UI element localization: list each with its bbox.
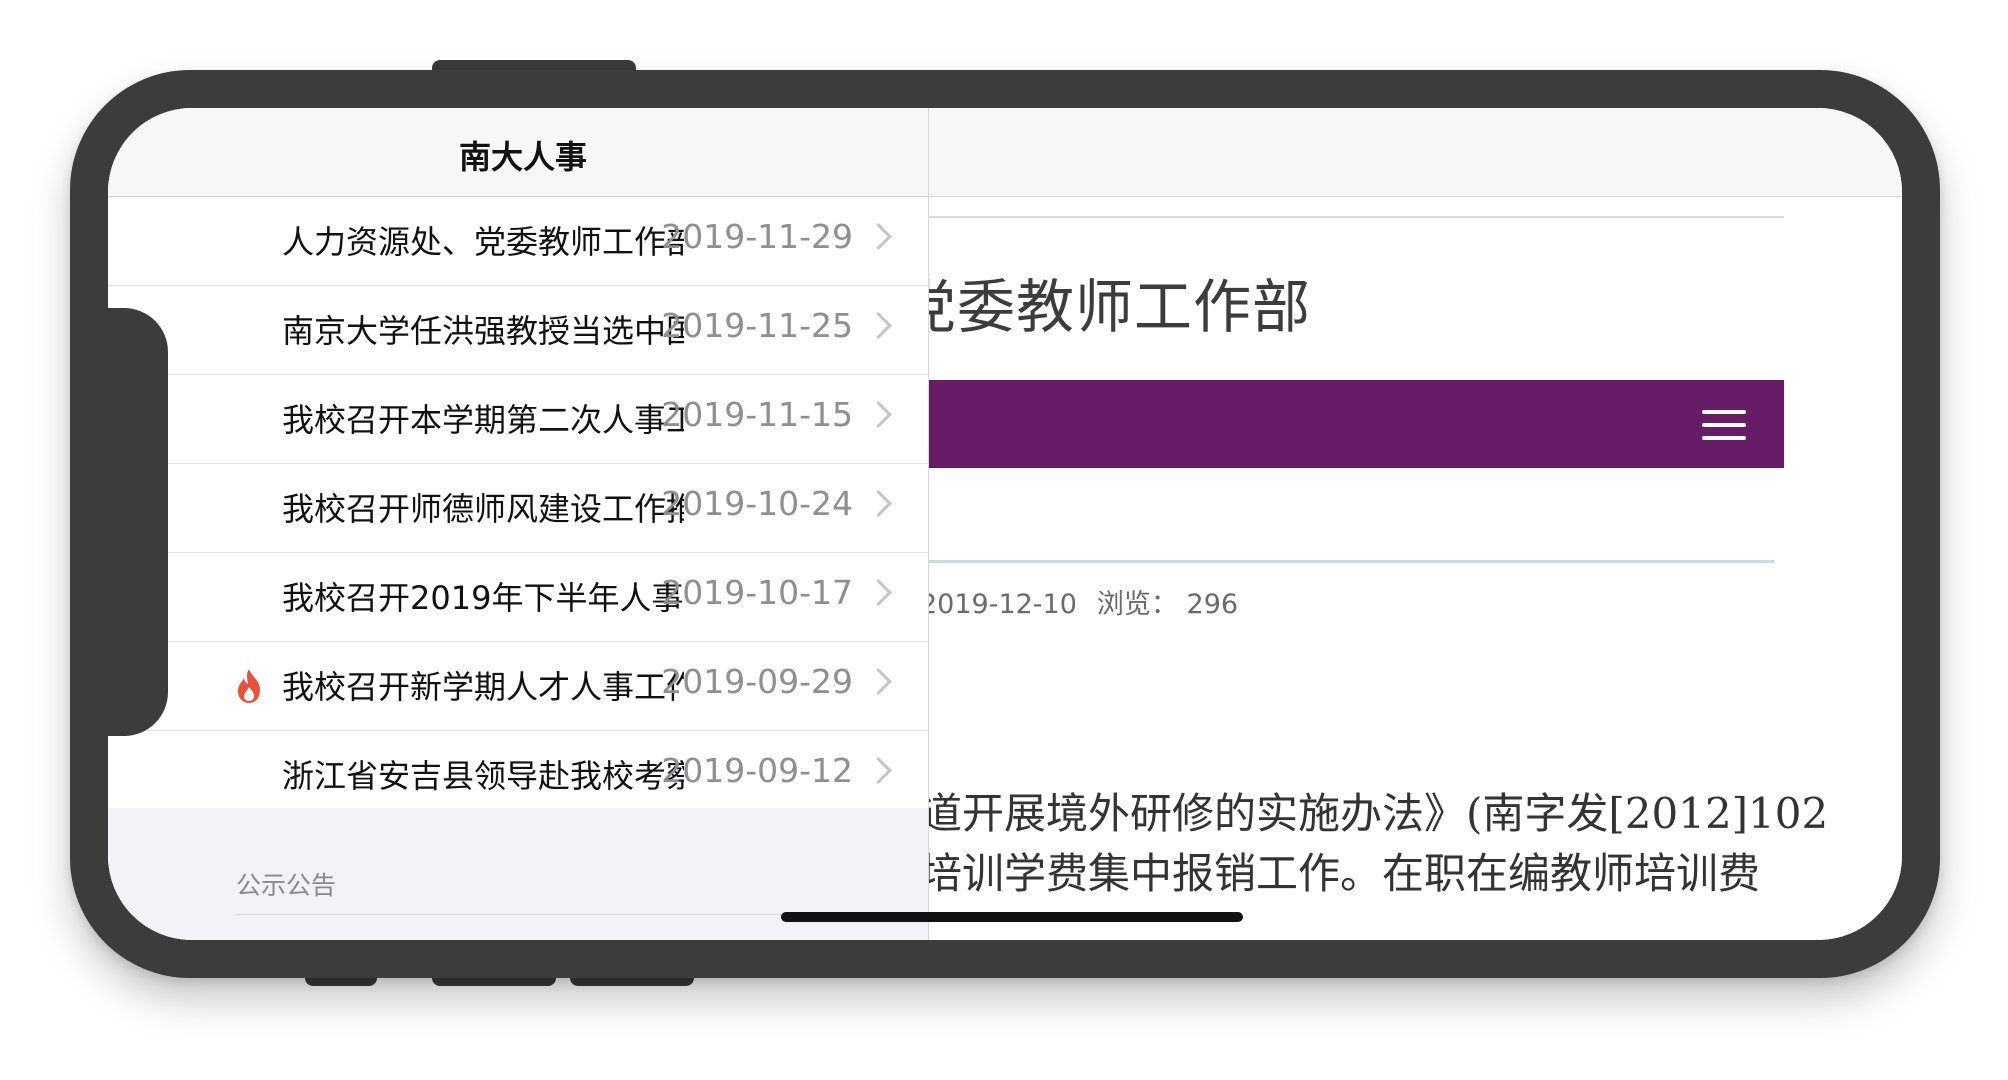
news-list-panel: 南大人事 人力资源处、党委教师工作部 2019-11-29 南京大学任洪强教授当… — [108, 108, 929, 940]
section-header-label: 公示公告 — [236, 871, 337, 900]
news-item-date: 2019-10-24 — [661, 484, 853, 523]
phone-screen: 党委教师工作部 2019-12-10 浏览： 296 道开展境外研修的实施办法》(… — [108, 108, 1902, 940]
news-list-item[interactable]: 人力资源处、党委教师工作部 2019-11-29 — [108, 197, 928, 286]
views-count: 296 — [1186, 589, 1239, 620]
device-notch — [108, 308, 168, 736]
news-list: 人力资源处、党委教师工作部 2019-11-29 南京大学任洪强教授当选中国工程… — [108, 197, 928, 807]
web-top-bar — [928, 108, 1902, 197]
article-date: 2019-12-10 — [920, 589, 1077, 620]
hamburger-menu-icon[interactable] — [1702, 410, 1746, 440]
chevron-right-icon — [865, 490, 892, 517]
news-list-item[interactable]: 浙江省安吉县领导赴我校考察交流 2019-09-12 — [108, 731, 928, 807]
news-item-date: 2019-11-15 — [661, 395, 853, 434]
phone-frame: 党委教师工作部 2019-12-10 浏览： 296 道开展境外研修的实施办法》(… — [70, 70, 1940, 978]
news-item-date: 2019-09-29 — [661, 662, 853, 701]
news-item-title: 人力资源处、党委教师工作部 — [282, 223, 684, 261]
article-title-underline — [928, 560, 1774, 563]
news-item-date: 2019-09-12 — [661, 751, 853, 790]
web-divider — [928, 216, 1784, 218]
panel-title: 南大人事 — [458, 138, 587, 176]
news-item-title: 浙江省安吉县领导赴我校考察交流 — [282, 757, 684, 795]
news-item-title: 我校召开本学期第二次人事工作会议 — [282, 401, 684, 439]
news-list-item[interactable]: 我校召开新学期人才人事工作会 2019-09-29 — [108, 642, 928, 731]
news-item-title: 南京大学任洪强教授当选中国工程院院士 — [282, 312, 684, 350]
news-list-item[interactable]: 我校召开师德师风建设工作推进会 2019-10-24 — [108, 464, 928, 553]
article-body-line: 道开展境外研修的实施办法》(南字发[2012]102 — [920, 789, 1829, 838]
chevron-right-icon — [865, 312, 892, 339]
chevron-right-icon — [865, 401, 892, 428]
views-label: 浏览： — [1096, 589, 1178, 620]
web-page[interactable]: 党委教师工作部 2019-12-10 浏览： 296 道开展境外研修的实施办法》(… — [898, 108, 1902, 940]
article-meta: 2019-12-10 浏览： 296 — [920, 582, 1238, 621]
article-body-line: 培训学费集中报销工作。在职在编教师培训费 — [920, 849, 1761, 898]
chevron-right-icon — [865, 757, 892, 784]
fire-icon — [238, 669, 260, 703]
chevron-right-icon — [865, 223, 892, 250]
news-item-date: 2019-11-29 — [661, 217, 853, 256]
news-list-item[interactable]: 我校召开2019年下半年人事工作会议 2019-10-17 — [108, 553, 928, 642]
news-item-title: 我校召开新学期人才人事工作会 — [282, 668, 684, 706]
news-list-item[interactable]: 我校召开本学期第二次人事工作会议 2019-11-15 — [108, 375, 928, 464]
chevron-right-icon — [865, 579, 892, 606]
news-item-title: 我校召开师德师风建设工作推进会 — [282, 490, 684, 528]
site-nav-bar — [928, 380, 1784, 468]
chevron-right-icon — [865, 668, 892, 695]
news-item-date: 2019-11-25 — [661, 306, 853, 345]
site-header-title: 党委教师工作部 — [898, 273, 1312, 341]
news-item-title: 我校召开2019年下半年人事工作会议 — [282, 579, 684, 617]
home-indicator[interactable] — [781, 912, 1243, 922]
news-list-item[interactable]: 南京大学任洪强教授当选中国工程院院士 2019-11-25 — [108, 286, 928, 375]
news-item-date: 2019-10-17 — [661, 573, 853, 612]
panel-header: 南大人事 — [108, 108, 928, 197]
